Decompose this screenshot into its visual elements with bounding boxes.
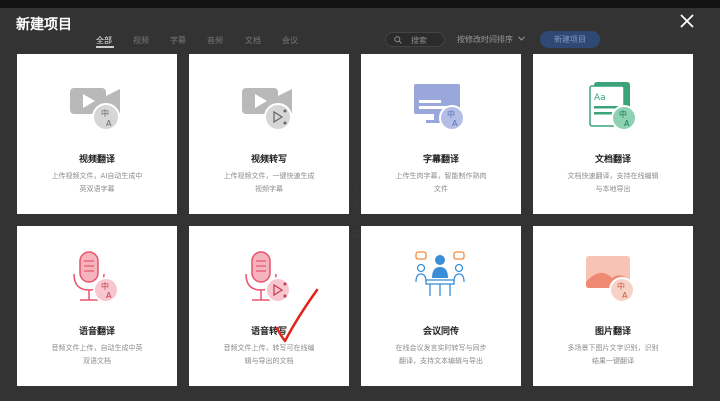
card-image-translate[interactable]: 中 A 图片翻译 多场景下图片文字识别，识别结果一键翻译 [533, 226, 693, 386]
search-box[interactable]: 搜索 [385, 32, 445, 47]
card-title: 会议同传 [422, 327, 459, 337]
background-text-fragment: 有 [352, 231, 362, 241]
card-description: 上传视频文件，一键快速生成视频字幕 [223, 172, 315, 193]
chevron-down-icon[interactable] [518, 36, 525, 41]
search-label: 搜索 [411, 36, 427, 45]
card-audio-transcribe[interactable]: 语音转写 音频文件上传，转写可在线编辑与导出的文档 [189, 226, 349, 386]
card-description: 上传视频文件，AI自动生成中英双语字幕 [51, 172, 143, 193]
tab-video[interactable]: 视频 [133, 35, 149, 46]
card-title: 语音翻译 [78, 327, 115, 337]
svg-text:中: 中 [101, 108, 109, 118]
svg-text:A: A [624, 119, 630, 128]
card-meeting-interpret[interactable]: 会议同传 在线会议发言实时转写与同步翻译，支持文本编辑与导出 [361, 226, 521, 386]
tab-meeting[interactable]: 会议 [282, 35, 298, 46]
meeting-interpret-icon [415, 251, 465, 296]
card-description: 音频文件上传，自动生成中英双语文档 [51, 344, 143, 365]
tab-all[interactable]: 全部 [96, 35, 112, 46]
image-translate-icon: 中 A [586, 256, 635, 303]
card-description: 多场景下图片文字识别，识别结果一键翻译 [567, 344, 659, 365]
background-text-fragment: 生 [352, 199, 362, 209]
card-title: 图片翻译 [594, 327, 631, 337]
window-top-bar [0, 0, 720, 8]
svg-text:A: A [106, 119, 112, 128]
close-icon[interactable] [678, 12, 696, 30]
background-text-fragment: 上 [352, 183, 362, 193]
card-title: 视频转写 [250, 155, 287, 165]
svg-text:Aa: Aa [594, 93, 606, 103]
tab-subtitle[interactable]: 字幕 [170, 35, 186, 46]
card-video-transcribe[interactable]: 视频转写 上传视频文件，一键快速生成视频字幕 [189, 54, 349, 214]
svg-text:中: 中 [101, 281, 109, 291]
svg-text:A: A [106, 291, 112, 300]
card-document-translate[interactable]: Aa 中 A 文档翻译 文档快速翻译，支持在线编辑与本地导出 [533, 54, 693, 214]
card-audio-translate[interactable]: 中 A 语音翻译 音频文件上传，自动生成中英双语文档 [17, 226, 177, 386]
card-subtitle-translate[interactable]: 中 A 字幕翻译 上传生肉字幕，智能制作熟肉文件 [361, 54, 521, 214]
svg-text:A: A [452, 119, 458, 128]
new-project-button[interactable]: 新建项目 [540, 31, 600, 48]
svg-text:中: 中 [617, 281, 625, 291]
svg-text:A: A [622, 291, 628, 300]
card-title: 视频翻译 [78, 155, 115, 165]
card-video-translate[interactable]: 中 A 视频翻译 上传视频文件，AI自动生成中英双语字幕 [17, 54, 177, 214]
sort-dropdown[interactable]: 按修改时间排序 [457, 34, 513, 45]
card-description: 在线会议发言实时转写与同步翻译，支持文本编辑与导出 [395, 344, 487, 365]
document-translate-icon: Aa 中 A [589, 82, 637, 131]
dialog-title: 新建项目 [16, 17, 72, 33]
search-icon [394, 36, 402, 44]
video-translate-icon: 中 A [70, 88, 120, 131]
svg-text:中: 中 [619, 109, 627, 119]
video-transcribe-icon [242, 88, 292, 131]
tab-audio[interactable]: 音频 [207, 35, 223, 46]
card-description: 上传生肉字幕，智能制作熟肉文件 [395, 172, 487, 193]
active-tab-indicator [96, 46, 114, 48]
audio-translate-icon: 中 A [73, 251, 119, 303]
checkmark-annotation-icon [275, 288, 319, 343]
card-title: 字幕翻译 [422, 155, 459, 165]
card-title: 语音转写 [250, 327, 287, 337]
svg-text:中: 中 [447, 109, 455, 119]
card-title: 文档翻译 [594, 155, 631, 165]
subtitle-translate-icon: 中 A [414, 84, 465, 131]
tab-document[interactable]: 文档 [245, 35, 261, 46]
card-description: 文档快速翻译，支持在线编辑与本地导出 [567, 172, 659, 193]
